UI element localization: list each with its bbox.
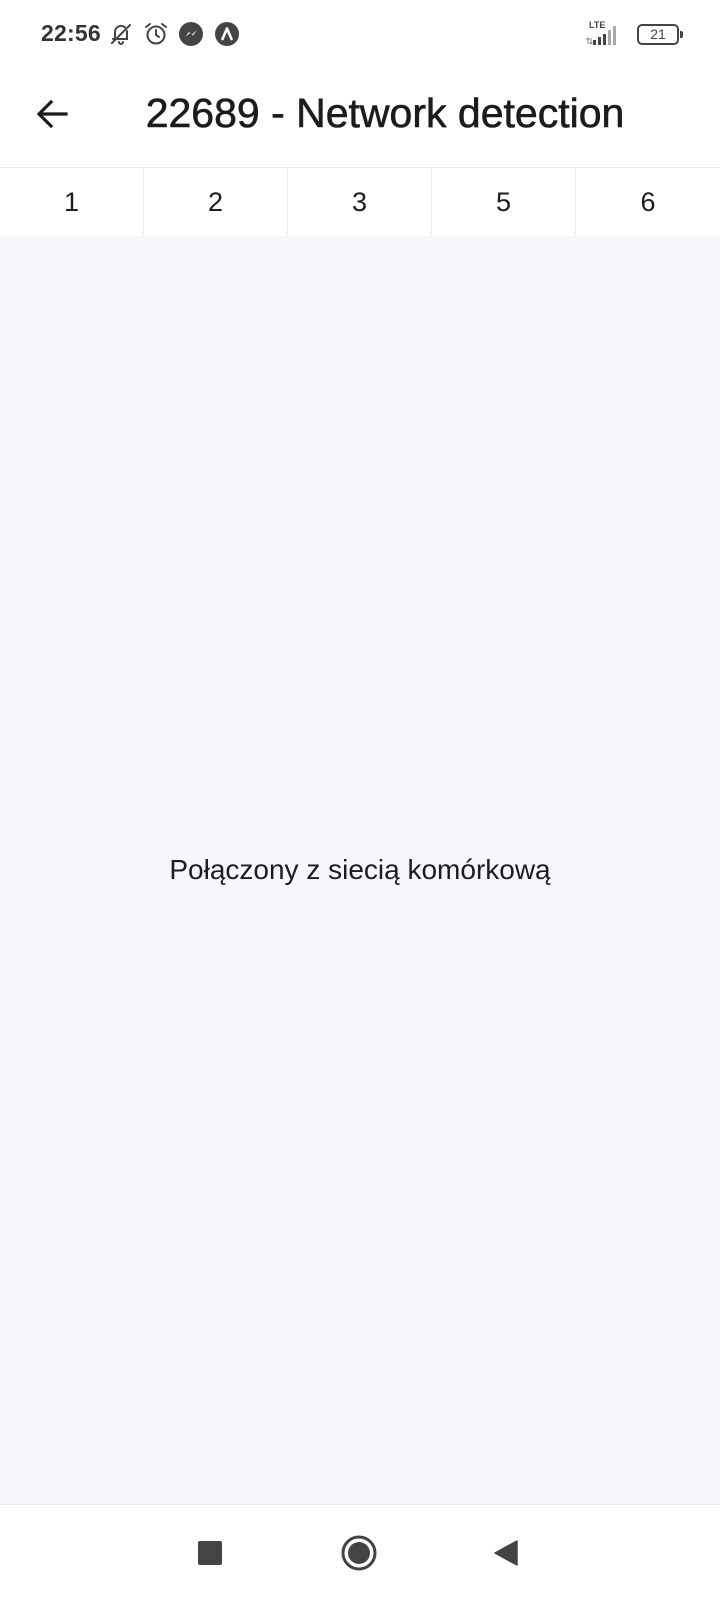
signal-icon: LTE xyxy=(585,18,629,48)
recent-apps-button[interactable] xyxy=(188,1531,232,1575)
tab-1[interactable]: 1 xyxy=(0,168,144,236)
tab-2[interactable]: 2 xyxy=(144,168,288,236)
tab-6[interactable]: 6 xyxy=(576,168,720,236)
nav-back-button[interactable] xyxy=(484,1531,528,1575)
tab-5[interactable]: 5 xyxy=(432,168,576,236)
screen: 22:56 LTE 21 22689 - Network detection 1… xyxy=(0,0,720,1600)
back-button[interactable] xyxy=(24,86,80,142)
status-time: 22:56 xyxy=(41,20,101,46)
messenger-icon xyxy=(178,21,204,47)
system-navigation-bar xyxy=(0,1504,720,1600)
battery-icon: 21 xyxy=(637,24,683,45)
page-title: 22689 - Network detection xyxy=(145,90,625,137)
back-triangle-icon xyxy=(494,1540,518,1566)
content-area: Połączony z siecią komórkową xyxy=(0,236,720,1504)
home-icon xyxy=(341,1535,377,1571)
tab-bar: 1 2 3 5 6 xyxy=(0,168,720,236)
connection-status-message: Połączony z siecią komórkową xyxy=(169,854,551,885)
arrow-left-icon xyxy=(36,99,68,129)
tab-3[interactable]: 3 xyxy=(288,168,432,236)
recent-apps-icon xyxy=(198,1541,222,1565)
home-button[interactable] xyxy=(337,1531,381,1575)
app-bar: 22689 - Network detection xyxy=(0,68,720,168)
status-bar: 22:56 LTE 21 xyxy=(0,0,720,68)
app-notification-icon xyxy=(214,21,240,47)
alarm-icon xyxy=(143,21,169,47)
battery-level: 21 xyxy=(650,26,666,42)
bell-off-icon xyxy=(108,21,134,47)
